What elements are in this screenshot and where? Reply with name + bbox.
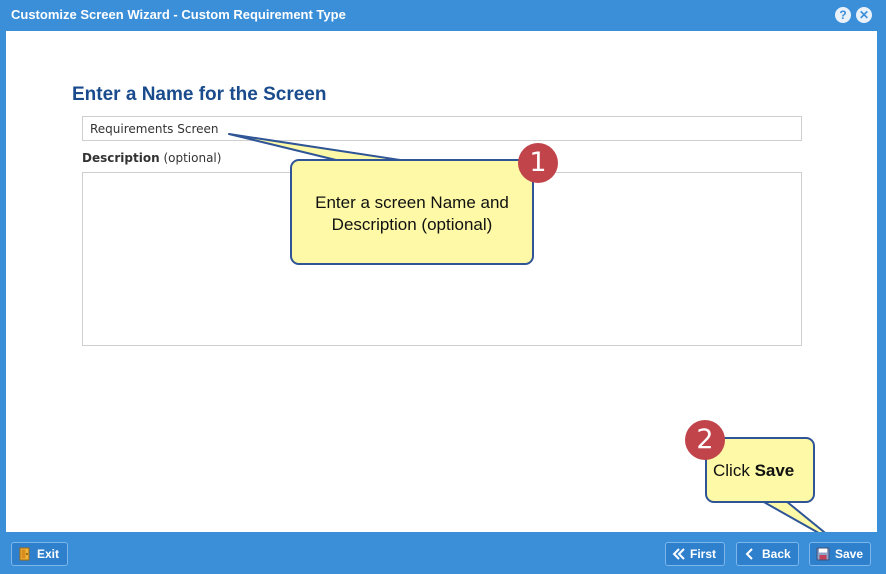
callout-step1-text: Enter a screen Name and Description (opt… [315,193,509,234]
double-chevron-left-icon [672,548,685,560]
save-button[interactable]: Save [809,542,871,566]
footer-bar: Exit First Back Save [0,532,886,574]
callout1-pointer [228,133,401,161]
exit-label: Exit [37,547,60,561]
save-label: Save [835,547,864,561]
callout-step2-prefix: Click [713,461,755,480]
chevron-left-icon [745,548,753,560]
callout-step2-bold: Save [754,461,795,480]
exit-door-icon [19,547,30,561]
first-label: First [690,547,717,561]
first-button[interactable]: First [665,542,725,566]
back-button[interactable]: Back [736,542,799,566]
step1-badge: 1 [518,143,558,183]
callout-step1: Enter a screen Name and Description (opt… [290,159,534,265]
back-label: Back [762,547,791,561]
callout-step2-text: Click Save [713,461,794,481]
step2-badge: 2 [685,420,725,460]
save-disk-icon [816,547,830,561]
exit-button[interactable]: Exit [11,542,68,566]
